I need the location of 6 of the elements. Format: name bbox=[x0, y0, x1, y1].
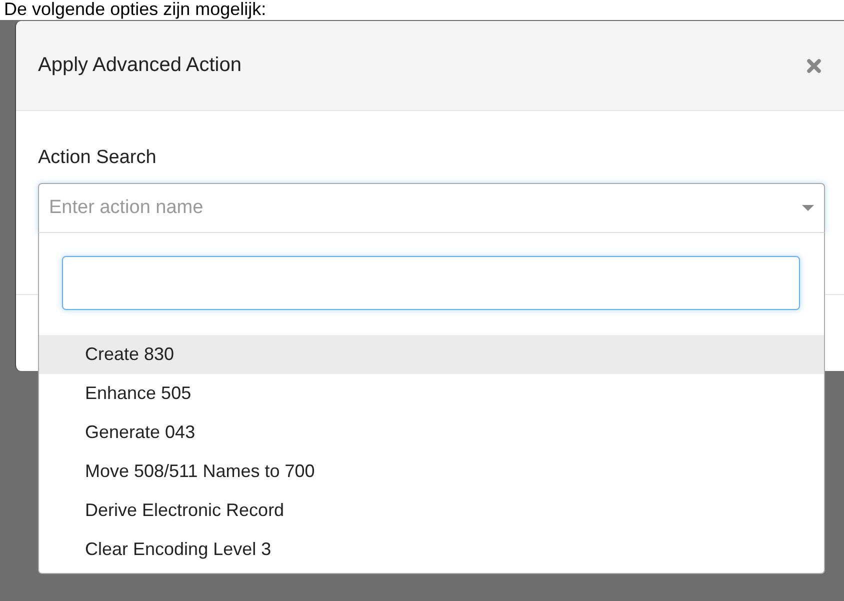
modal-title: Apply Advanced Action bbox=[38, 54, 242, 77]
field-label: Action Search bbox=[38, 147, 156, 169]
search-field[interactable] bbox=[62, 256, 800, 310]
page-text: De volgende opties zijn mogelijk: bbox=[3, 0, 268, 20]
caret-icon bbox=[802, 205, 814, 211]
dropdown-option[interactable]: Create 830 bbox=[39, 335, 824, 374]
